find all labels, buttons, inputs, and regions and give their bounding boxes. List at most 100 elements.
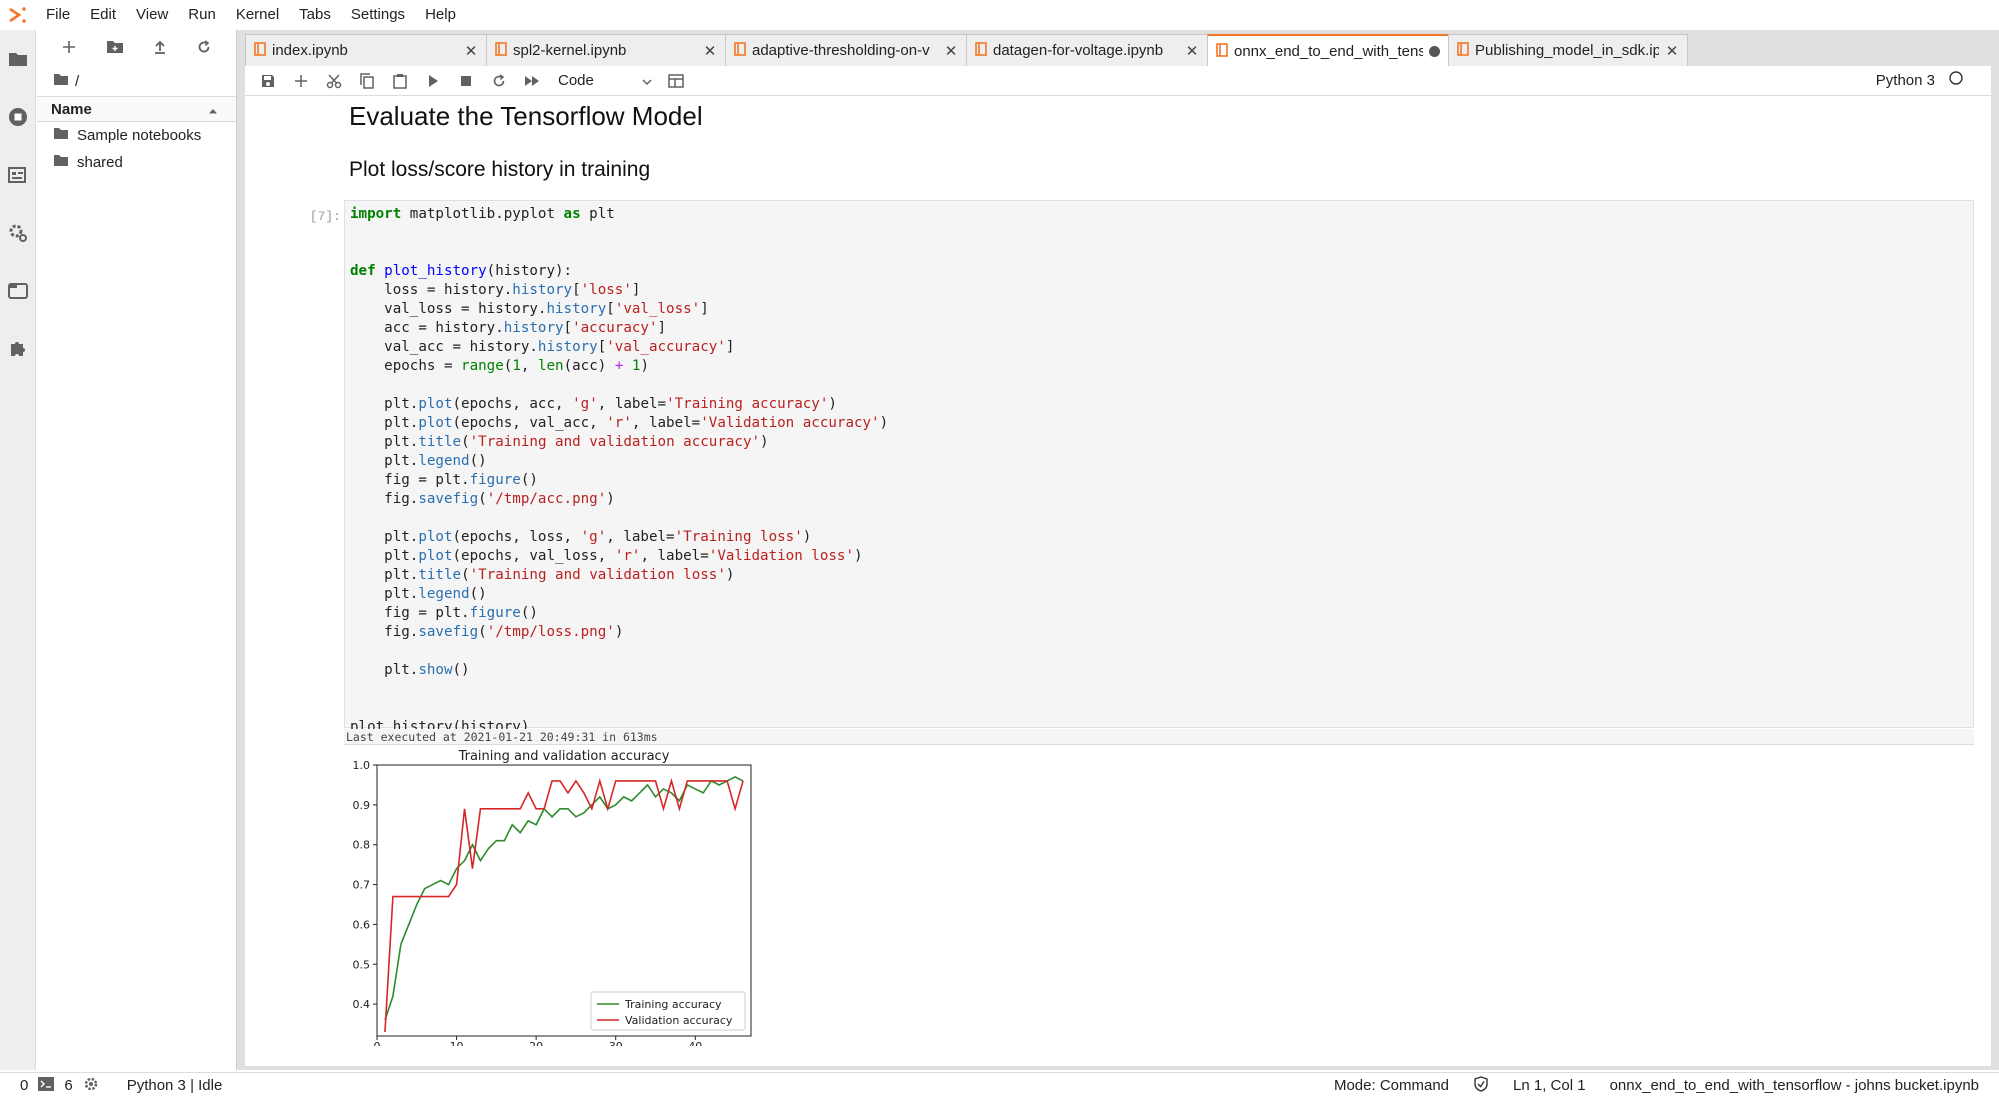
x-tick-label: 0 xyxy=(374,1040,381,1046)
trusted-shield-icon[interactable] xyxy=(1473,1075,1489,1096)
jupyter-logo-icon xyxy=(0,0,36,30)
open-tabs-icon[interactable] xyxy=(0,262,36,320)
upload-icon[interactable] xyxy=(153,40,167,57)
markdown-heading: Evaluate the Tensorflow Model xyxy=(349,101,703,131)
menu-settings[interactable]: Settings xyxy=(341,0,415,30)
command-palette-icon[interactable] xyxy=(0,146,36,204)
document-tab-bar: index.ipynb ✕ spl2-kernel.ipynb ✕ adapti… xyxy=(245,34,1688,67)
cell-prompt: [7]: xyxy=(309,209,341,224)
refresh-icon[interactable] xyxy=(197,39,211,57)
kernel-status[interactable]: Python 3 | Idle xyxy=(127,1077,223,1094)
close-icon[interactable]: ✕ xyxy=(464,42,478,60)
folder-icon[interactable] xyxy=(0,30,36,88)
tab-label: Publishing_model_in_sdk.ip xyxy=(1475,42,1659,59)
running-kernels-icon[interactable] xyxy=(0,88,36,146)
menu-kernel[interactable]: Kernel xyxy=(226,0,289,30)
notebook-icon xyxy=(1457,41,1469,60)
save-icon[interactable] xyxy=(251,66,284,96)
file-name: Sample notebooks xyxy=(77,127,202,144)
tab-publishing-model[interactable]: Publishing_model_in_sdk.ip ✕ xyxy=(1448,34,1688,66)
kernel-name[interactable]: Python 3 xyxy=(1876,66,1935,96)
notebook-panel: Code Python 3 Evaluate the Tensorflow Mo… xyxy=(245,66,1991,1066)
tab-index[interactable]: index.ipynb ✕ xyxy=(245,34,487,66)
close-icon[interactable]: ✕ xyxy=(703,42,717,60)
tab-spl2-kernel[interactable]: spl2-kernel.ipynb ✕ xyxy=(486,34,726,66)
cursor-position[interactable]: Ln 1, Col 1 xyxy=(1513,1077,1586,1094)
folder-icon xyxy=(53,154,69,171)
x-tick-label: 40 xyxy=(688,1040,702,1046)
x-tick-label: 20 xyxy=(529,1040,543,1046)
close-icon[interactable]: ✕ xyxy=(1185,42,1199,60)
code-text[interactable]: import matplotlib.pyplot as plt def plot… xyxy=(350,205,888,737)
y-tick-label: 0.6 xyxy=(353,918,371,931)
extension-manager-icon[interactable] xyxy=(0,320,36,378)
fast-forward-icon[interactable] xyxy=(515,66,548,96)
close-icon[interactable]: ✕ xyxy=(1665,42,1679,60)
tab-label: index.ipynb xyxy=(272,42,348,59)
property-inspector-gear-icon[interactable] xyxy=(0,204,36,262)
name-column-header[interactable]: Name xyxy=(51,101,92,118)
kernel-gear-icon[interactable] xyxy=(83,1076,99,1096)
new-launcher-icon[interactable] xyxy=(62,40,76,57)
menu-view[interactable]: View xyxy=(126,0,178,30)
chart-title: Training and validation accuracy xyxy=(458,750,670,764)
list-item[interactable]: Sample notebooks xyxy=(37,122,236,149)
terminal-icon[interactable] xyxy=(38,1076,55,1095)
y-tick-label: 0.9 xyxy=(353,799,371,812)
restart-icon[interactable] xyxy=(482,66,515,96)
kernel-indicator[interactable]: Python 3 xyxy=(1876,66,1963,96)
new-folder-icon[interactable] xyxy=(106,40,124,57)
panel-splitter[interactable] xyxy=(237,30,245,1070)
run-icon[interactable] xyxy=(416,66,449,96)
y-tick-label: 0.8 xyxy=(353,839,371,852)
notebook-icon xyxy=(975,41,987,60)
breadcrumb-root[interactable]: / xyxy=(75,73,79,90)
notebook-icon xyxy=(1216,42,1228,61)
unsaved-dot-icon[interactable] xyxy=(1429,46,1440,57)
tab-label: adaptive-thresholding-on-v xyxy=(752,42,930,59)
y-tick-label: 0.4 xyxy=(353,998,371,1011)
tab-label: onnx_end_to_end_with_tens xyxy=(1234,43,1423,60)
tab-label: spl2-kernel.ipynb xyxy=(513,42,627,59)
y-tick-label: 0.5 xyxy=(353,958,371,971)
menu-bar: File Edit View Run Kernel Tabs Settings … xyxy=(0,0,1999,30)
markdown-subheading: Plot loss/score history in training xyxy=(349,158,651,181)
file-browser-toolbar xyxy=(37,30,236,66)
code-cell-editor[interactable]: import matplotlib.pyplot as plt def plot… xyxy=(344,200,1974,735)
tab-onnx-end-to-end[interactable]: onnx_end_to_end_with_tens xyxy=(1207,34,1449,67)
cell-type-select[interactable]: Code xyxy=(558,72,652,89)
chevron-down-icon xyxy=(642,72,652,89)
menu-help[interactable]: Help xyxy=(415,0,466,30)
stop-icon[interactable] xyxy=(449,66,482,96)
kernel-idle-circle-icon xyxy=(1949,66,1963,96)
folder-icon xyxy=(53,127,69,144)
copy-icon[interactable] xyxy=(350,66,383,96)
paste-icon[interactable] xyxy=(383,66,416,96)
x-tick-label: 30 xyxy=(609,1040,623,1046)
tab-label: datagen-for-voltage.ipynb xyxy=(993,42,1164,59)
menu-run[interactable]: Run xyxy=(178,0,226,30)
menu-file[interactable]: File xyxy=(36,0,80,30)
menu-tabs[interactable]: Tabs xyxy=(289,0,341,30)
terminal-count[interactable]: 0 xyxy=(20,1077,28,1094)
cell-type-value: Code xyxy=(558,72,594,89)
notebook-toolbar: Code Python 3 xyxy=(245,66,1991,96)
insert-cell-icon[interactable] xyxy=(284,66,317,96)
mode-indicator[interactable]: Mode: Command xyxy=(1334,1077,1449,1094)
folder-icon[interactable] xyxy=(53,73,69,90)
legend-label: Validation accuracy xyxy=(625,1014,733,1027)
accuracy-chart: Training and validation accuracy 0.4 0.5 0.… xyxy=(353,750,752,1046)
cell-view-icon[interactable] xyxy=(660,66,693,96)
x-tick-label: 10 xyxy=(450,1040,464,1046)
close-icon[interactable]: ✕ xyxy=(944,42,958,60)
tab-datagen-for-voltage[interactable]: datagen-for-voltage.ipynb ✕ xyxy=(966,34,1208,66)
kernel-count[interactable]: 6 xyxy=(64,1077,72,1094)
menu-edit[interactable]: Edit xyxy=(80,0,126,30)
legend-label: Training accuracy xyxy=(624,998,722,1011)
cut-icon[interactable] xyxy=(317,66,350,96)
tab-adaptive-thresholding[interactable]: adaptive-thresholding-on-v ✕ xyxy=(725,34,967,66)
activity-bar xyxy=(0,30,36,1070)
list-item[interactable]: shared xyxy=(37,149,236,176)
file-list-header[interactable]: Name xyxy=(37,96,236,122)
breadcrumb: / xyxy=(37,66,236,96)
